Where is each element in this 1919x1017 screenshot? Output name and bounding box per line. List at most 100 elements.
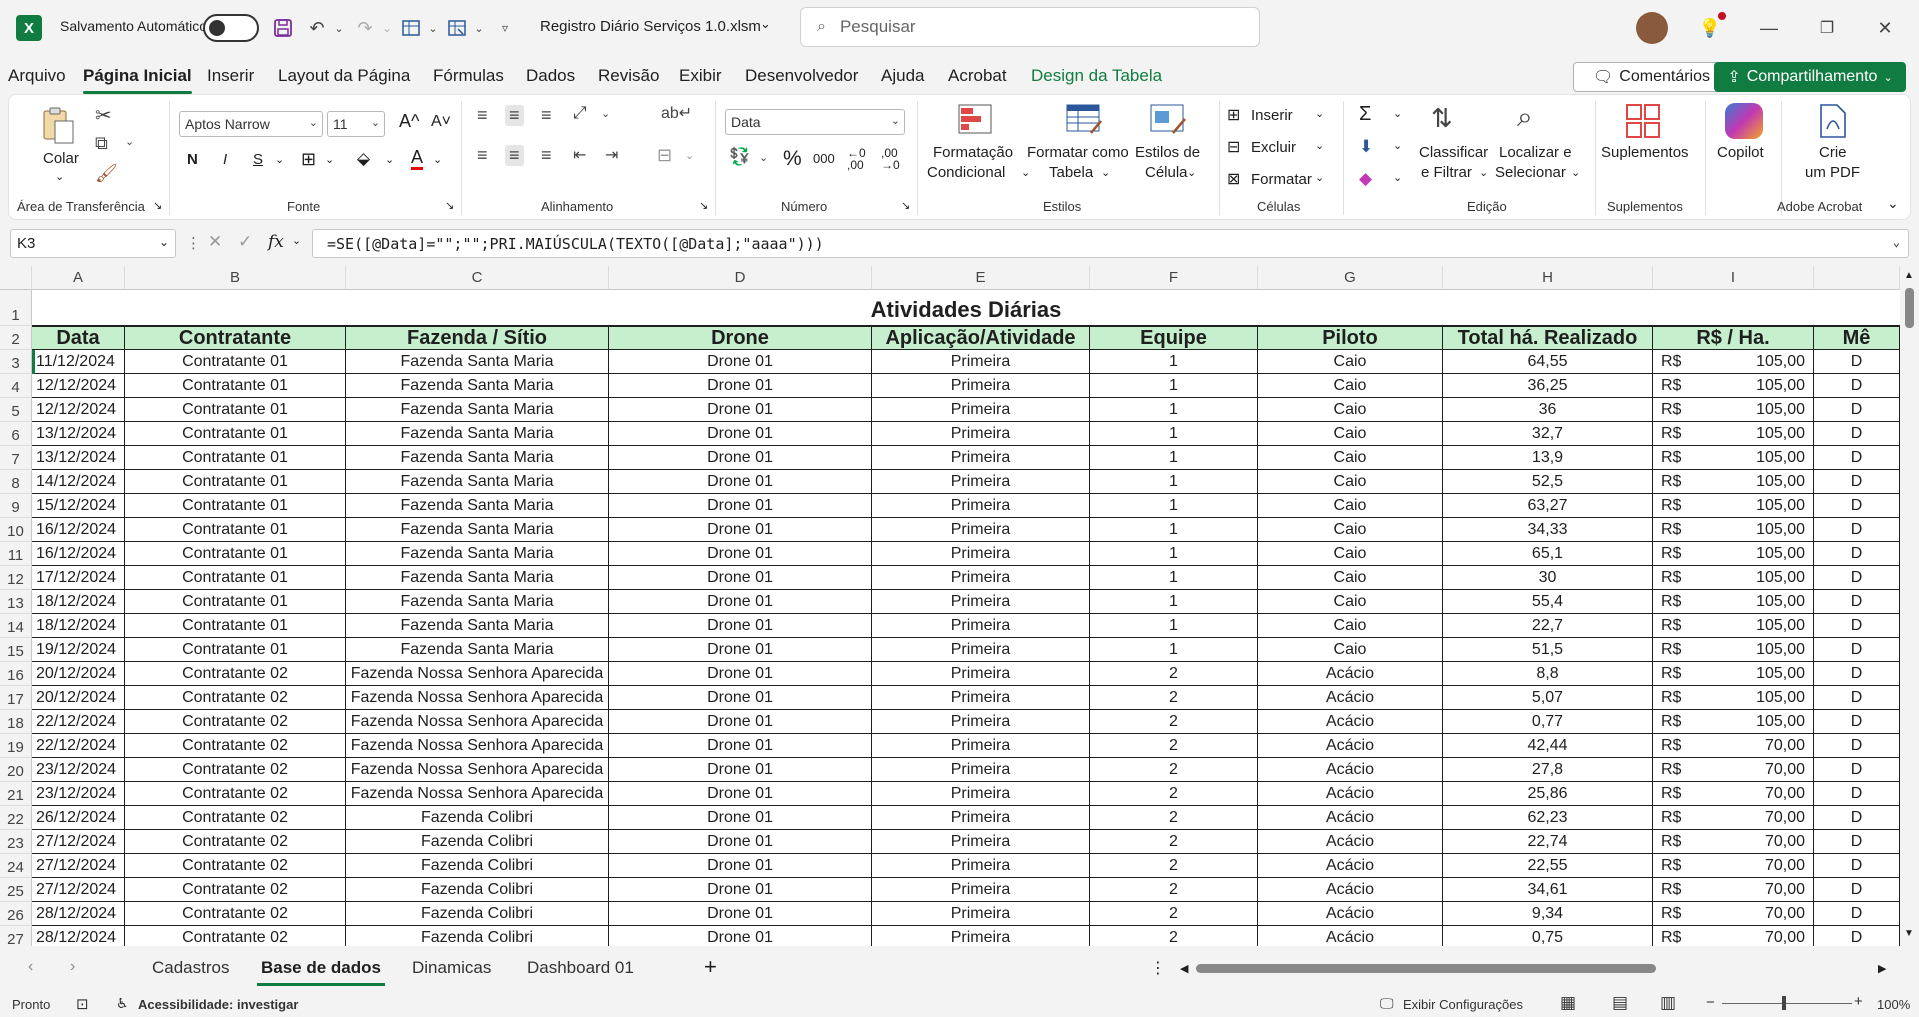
table-cell[interactable]: Drone 01 (609, 566, 872, 590)
find-select-label-2[interactable]: Selecionar (1495, 163, 1566, 183)
format-as-table-label-1[interactable]: Formatar como (1027, 143, 1129, 163)
table-cell[interactable]: D (1814, 590, 1900, 614)
table-cell[interactable]: Acácio (1258, 830, 1443, 854)
table-cell[interactable]: R$ 105,00 (1653, 470, 1814, 494)
insert-dropdown-icon[interactable]: ⌄ (1315, 107, 1324, 120)
table-cell[interactable]: R$ 70,00 (1653, 806, 1814, 830)
row-header[interactable]: 13 (0, 590, 32, 614)
column-header[interactable]: E (872, 266, 1090, 290)
table-cell[interactable]: Drone 01 (609, 494, 872, 518)
clear-dropdown-icon[interactable]: ⌄ (1393, 171, 1402, 184)
sort-filter-label-1[interactable]: Classificar (1419, 143, 1488, 163)
row-header[interactable]: 12 (0, 566, 32, 590)
cell-styles-icon[interactable] (1149, 103, 1187, 140)
table-cell[interactable]: R$ 70,00 (1653, 782, 1814, 806)
accessibility-status[interactable]: Acessibilidade: investigar (138, 997, 298, 1012)
table-cell[interactable]: Contratante 02 (125, 734, 346, 758)
table-cell[interactable]: Caio (1258, 398, 1443, 422)
table-cell[interactable]: Drone 01 (609, 470, 872, 494)
conditional-formatting-icon[interactable] (957, 103, 993, 140)
currency-dropdown-icon[interactable]: ⌄ (759, 151, 768, 164)
table-cell[interactable]: Caio (1258, 566, 1443, 590)
table-cell[interactable]: Primeira (872, 374, 1090, 398)
font-launcher-icon[interactable]: ↘ (445, 199, 454, 212)
sheet-tab-dinamicas[interactable]: Dinamicas (412, 958, 491, 978)
table-cell[interactable]: Primeira (872, 566, 1090, 590)
row-header[interactable]: 2 (0, 326, 32, 350)
table-cell[interactable]: 2 (1090, 830, 1258, 854)
table-cell[interactable]: 2 (1090, 806, 1258, 830)
ribbon-collapse-icon[interactable]: ⌄ (1887, 195, 1899, 212)
table-cell[interactable]: Drone 01 (609, 758, 872, 782)
clipboard-launcher-icon[interactable]: ↘ (153, 199, 162, 212)
table-cell[interactable]: 22/12/2024 (32, 710, 125, 734)
table-cell[interactable]: Primeira (872, 710, 1090, 734)
underline-icon[interactable]: S (253, 151, 263, 168)
table-cell[interactable]: Fazenda Santa Maria (346, 374, 609, 398)
tab-ajuda[interactable]: Ajuda (881, 66, 924, 86)
table-cell[interactable]: 62,23 (1443, 806, 1653, 830)
increase-decimal-icon[interactable]: ←0,00 (847, 147, 866, 171)
percent-icon[interactable]: % (783, 147, 802, 171)
table-cell[interactable]: R$ 105,00 (1653, 638, 1814, 662)
table-cell[interactable]: 65,1 (1443, 542, 1653, 566)
avatar[interactable] (1636, 12, 1668, 44)
undo-dropdown-icon[interactable]: ⌄ (326, 15, 352, 41)
delete-dropdown-icon[interactable]: ⌄ (1315, 139, 1324, 152)
table-cell[interactable]: D (1814, 374, 1900, 398)
table-cell[interactable]: Primeira (872, 758, 1090, 782)
table-cell[interactable]: 12/12/2024 (32, 374, 125, 398)
table-header-cell[interactable]: Equipe (1090, 326, 1258, 350)
table-cell[interactable]: 2 (1090, 758, 1258, 782)
table-cell[interactable]: D (1814, 902, 1900, 926)
table-cell[interactable]: Contratante 02 (125, 710, 346, 734)
table-cell[interactable]: Caio (1258, 446, 1443, 470)
table-cell[interactable]: 27/12/2024 (32, 854, 125, 878)
table-cell[interactable]: R$ 105,00 (1653, 398, 1814, 422)
scroll-up-icon[interactable]: ▲ (1904, 270, 1914, 281)
table-cell[interactable]: Primeira (872, 518, 1090, 542)
formula-input[interactable]: =SE([@Data]="";"";PRI.MAIÚSCULA(TEXTO([@… (312, 229, 1909, 258)
table-cell[interactable]: Caio (1258, 590, 1443, 614)
table-cell[interactable]: D (1814, 494, 1900, 518)
table-cell[interactable]: Primeira (872, 854, 1090, 878)
column-header[interactable]: I (1653, 266, 1814, 290)
sheet-options-icon[interactable]: ⋮ (1150, 958, 1166, 978)
table-cell[interactable]: Caio (1258, 614, 1443, 638)
alignment-launcher-icon[interactable]: ↘ (699, 199, 708, 212)
number-format-combo[interactable]: Data ⌄ (725, 109, 905, 135)
table-cell[interactable]: R$ 105,00 (1653, 374, 1814, 398)
table-cell[interactable]: Drone 01 (609, 662, 872, 686)
table-cell[interactable]: Drone 01 (609, 422, 872, 446)
table-cell[interactable]: Contratante 02 (125, 758, 346, 782)
table-cell[interactable]: Primeira (872, 686, 1090, 710)
table-cell[interactable]: Fazenda Santa Maria (346, 518, 609, 542)
table-cell[interactable]: 18/12/2024 (32, 614, 125, 638)
table-cell[interactable]: 27/12/2024 (32, 878, 125, 902)
normal-view-icon[interactable]: ▦ (1560, 993, 1576, 1013)
sheet-tab-dashboard[interactable]: Dashboard 01 (527, 958, 634, 978)
table-cell[interactable]: Contratante 02 (125, 662, 346, 686)
table-cell[interactable]: Drone 01 (609, 590, 872, 614)
display-settings-label[interactable]: Exibir Configurações (1403, 997, 1523, 1012)
add-sheet-icon[interactable]: + (704, 954, 717, 980)
table-cell[interactable]: 1 (1090, 542, 1258, 566)
table-cell[interactable]: Contratante 01 (125, 638, 346, 662)
table-cell[interactable]: 1 (1090, 350, 1258, 374)
table-cell[interactable]: Acácio (1258, 806, 1443, 830)
redo-dropdown-icon[interactable]: ⌄ (374, 15, 400, 41)
tab-pagina-inicial[interactable]: Página Inicial (83, 66, 192, 94)
table-cell[interactable]: D (1814, 662, 1900, 686)
borders-icon[interactable]: ⊞ (301, 149, 316, 170)
table-cell[interactable]: Fazenda Colibri (346, 854, 609, 878)
table-cell[interactable]: 55,4 (1443, 590, 1653, 614)
currency-icon[interactable]: 💱 (729, 147, 750, 167)
table-cell[interactable]: 34,33 (1443, 518, 1653, 542)
table-cell[interactable]: 42,44 (1443, 734, 1653, 758)
tab-revisao[interactable]: Revisão (598, 66, 659, 86)
table-cell[interactable]: D (1814, 710, 1900, 734)
table-cell[interactable]: 0,75 (1443, 926, 1653, 946)
table-cell[interactable]: 14/12/2024 (32, 470, 125, 494)
row-header[interactable]: 22 (0, 806, 32, 830)
tab-inserir[interactable]: Inserir (207, 66, 254, 86)
